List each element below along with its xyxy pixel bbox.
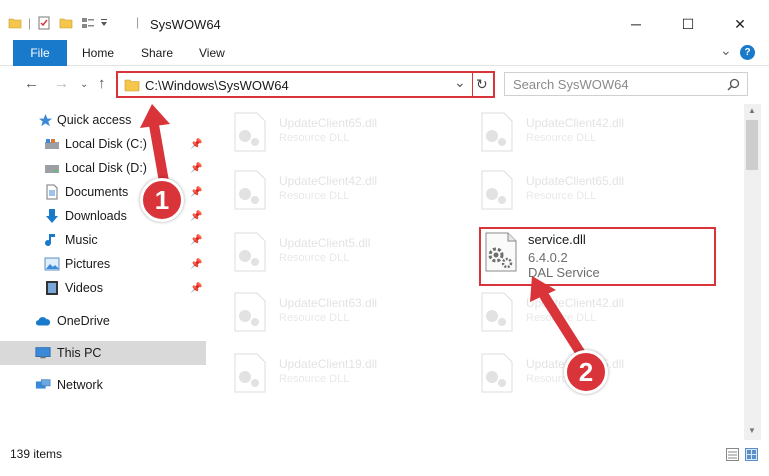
annotation-arrows — [140, 104, 590, 365]
callout-badge-2: 2 — [564, 350, 608, 394]
callout-badge-1: 1 — [140, 178, 184, 222]
